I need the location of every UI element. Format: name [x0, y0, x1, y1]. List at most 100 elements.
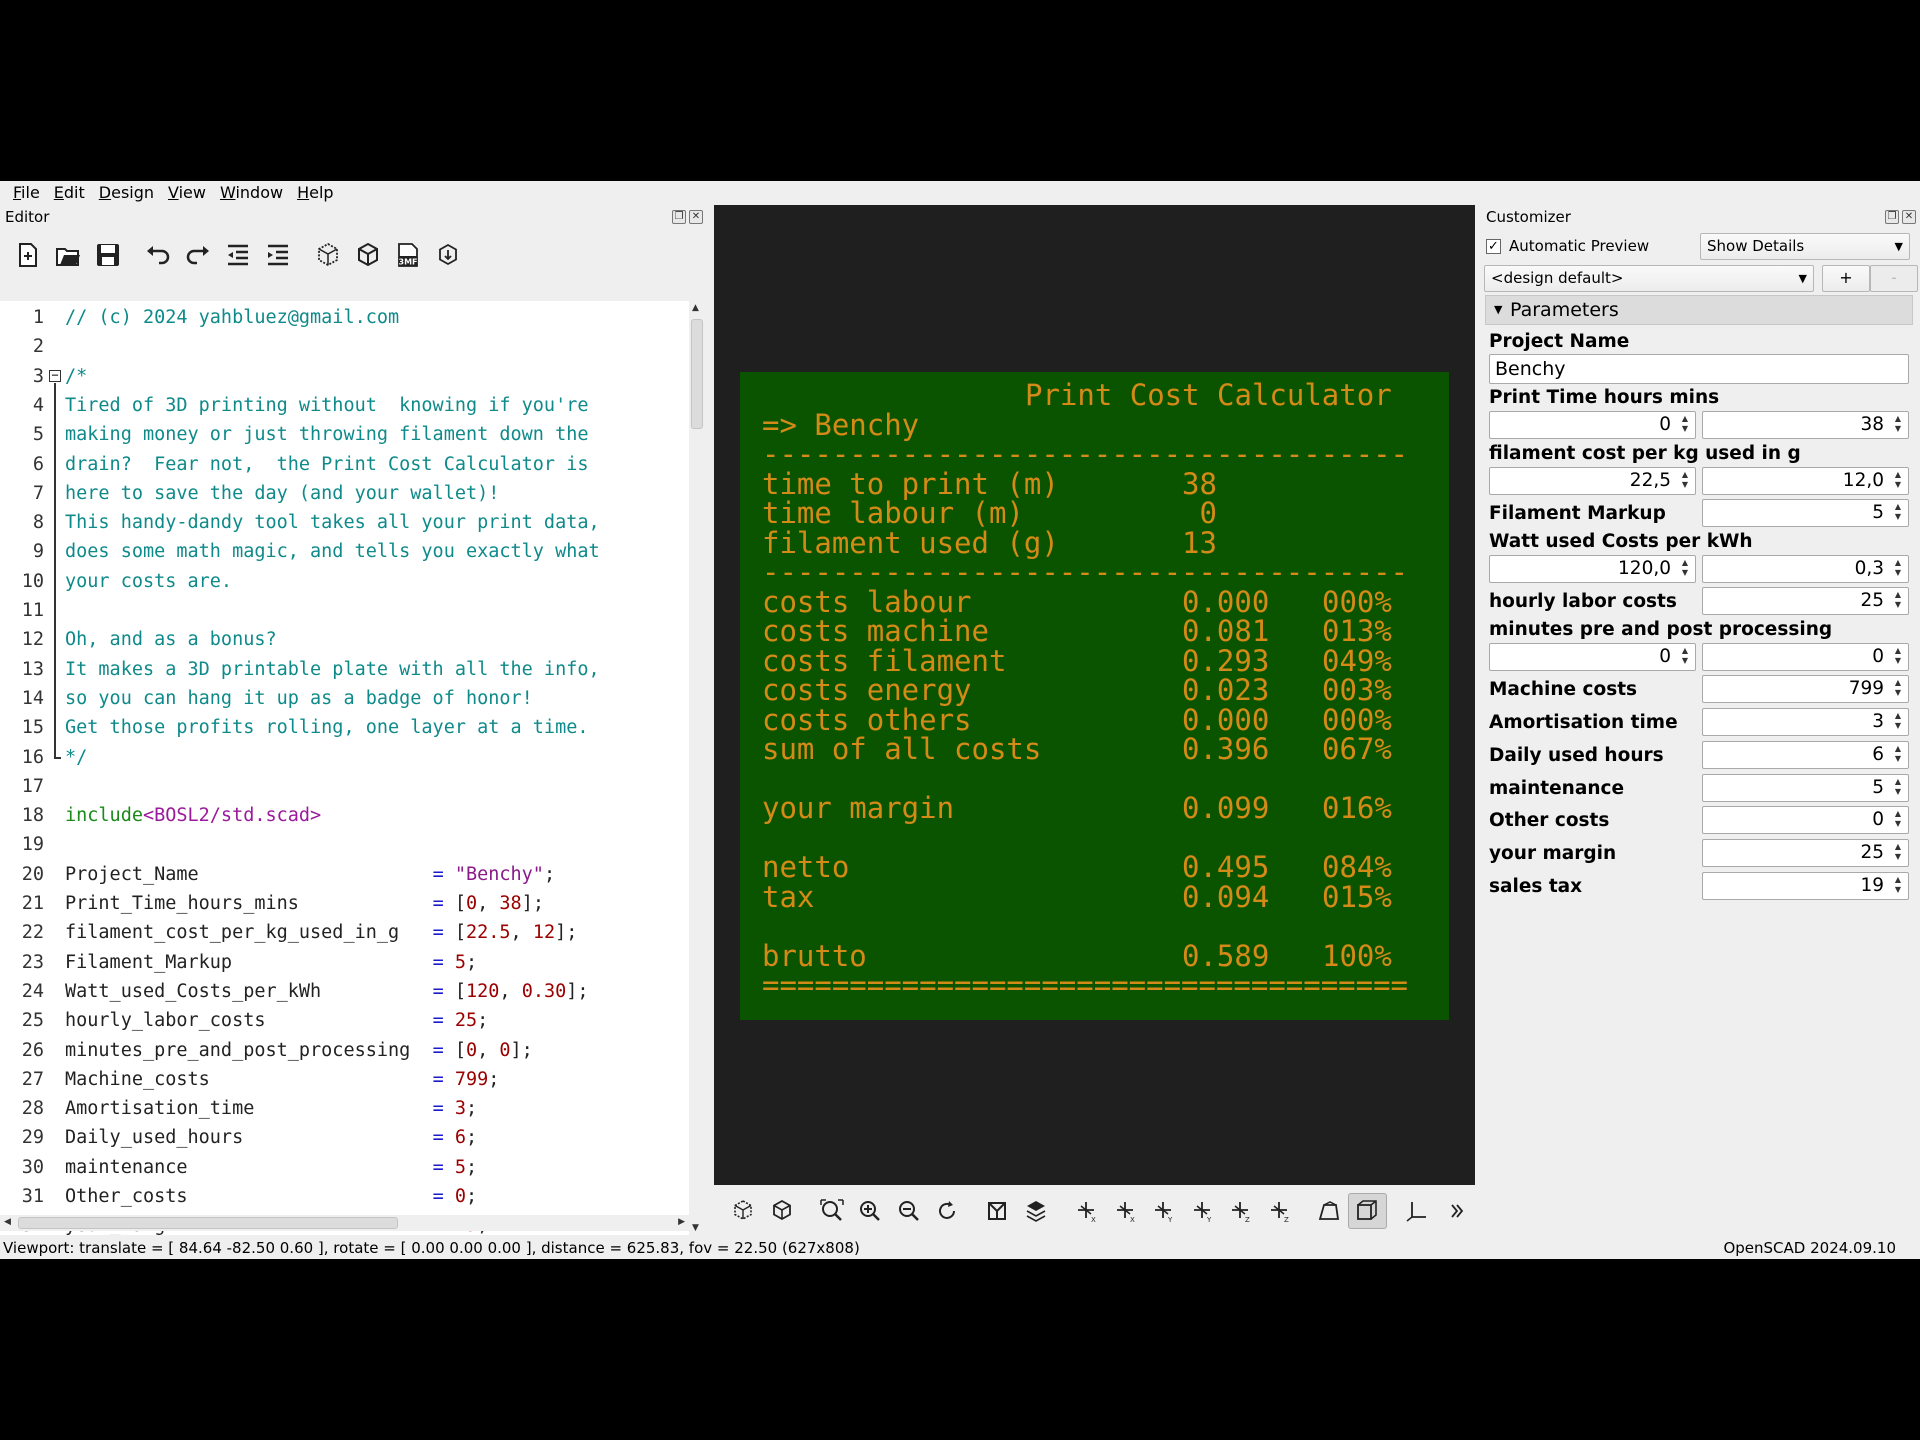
- code-line[interactable]: 17: [0, 772, 689, 801]
- code-line[interactable]: 15 Get those profits rolling, one layer a…: [0, 713, 689, 742]
- redo-icon[interactable]: [178, 237, 218, 273]
- sales-tax-input[interactable]: 19 ▲ ▼: [1702, 872, 1909, 900]
- menu-edit[interactable]: Edit: [47, 182, 92, 204]
- undo-icon[interactable]: [138, 237, 178, 273]
- code-line[interactable]: 27 Machine_costs = 799;: [0, 1065, 689, 1094]
- menu-view[interactable]: View: [161, 182, 213, 204]
- float-icon[interactable]: ❐: [672, 210, 686, 224]
- code-editor[interactable]: 1// (c) 2024 yahbluez@gmail.com 2 3/* 4 Tire…: [0, 301, 689, 1235]
- spin-arrows-icon[interactable]: ▲ ▼: [1891, 777, 1905, 799]
- spin-arrows-icon[interactable]: ▲ ▼: [1891, 590, 1905, 612]
- zoom-in-icon[interactable]: [851, 1193, 890, 1229]
- save-icon[interactable]: [88, 237, 128, 273]
- your-margin-input[interactable]: 25 ▲ ▼: [1702, 839, 1909, 867]
- editor-scroll-thumb[interactable]: [691, 319, 703, 429]
- axes-icon[interactable]: [1398, 1193, 1437, 1229]
- view-left-icon[interactable]: X: [1105, 1193, 1144, 1229]
- close-icon[interactable]: ✕: [1902, 210, 1916, 224]
- code-line[interactable]: 11: [0, 596, 689, 625]
- spin-arrows-icon[interactable]: ▲ ▼: [1678, 414, 1692, 436]
- perspective-icon[interactable]: [1309, 1193, 1348, 1229]
- reset-view-icon[interactable]: [928, 1193, 967, 1229]
- print-time-mins-input[interactable]: 38 ▲ ▼: [1702, 411, 1909, 439]
- spin-arrows-icon[interactable]: ▲ ▼: [1891, 414, 1905, 436]
- menu-design[interactable]: Design: [92, 182, 161, 204]
- project-name-input[interactable]: Benchy: [1489, 354, 1909, 384]
- menu-help[interactable]: Help: [290, 182, 340, 204]
- add-preset-button[interactable]: +: [1822, 265, 1870, 292]
- fold-toggle-icon[interactable]: −: [49, 369, 61, 382]
- minutes-post-input[interactable]: 0 ▲ ▼: [1702, 643, 1909, 671]
- spin-arrows-icon[interactable]: ▲ ▼: [1891, 646, 1905, 668]
- menu-file[interactable]: File: [6, 182, 47, 204]
- amortisation-time-input[interactable]: 3 ▲ ▼: [1702, 708, 1909, 736]
- machine-costs-input[interactable]: 799 ▲ ▼: [1702, 675, 1909, 703]
- code-line[interactable]: 25 hourly_labor_costs = 25;: [0, 1006, 689, 1035]
- print-time-hours-input[interactable]: 0 ▲ ▼: [1489, 411, 1696, 439]
- view-diagonal-icon[interactable]: Z: [1221, 1193, 1260, 1229]
- kwh-cost-input[interactable]: 0,3 ▲ ▼: [1702, 555, 1909, 583]
- spin-arrows-icon[interactable]: ▲ ▼: [1891, 842, 1905, 864]
- menu-window[interactable]: Window: [213, 182, 290, 204]
- code-line[interactable]: 9 does some math magic, and tells you exa…: [0, 537, 689, 566]
- open-file-icon[interactable]: [48, 237, 88, 273]
- preview-icon[interactable]: [724, 1193, 763, 1229]
- code-line[interactable]: 23 Filament_Markup = 5;: [0, 948, 689, 977]
- code-line[interactable]: 20 Project_Name = "Benchy";: [0, 860, 689, 889]
- unindent-icon[interactable]: [218, 237, 258, 273]
- spin-arrows-icon[interactable]: ▲ ▼: [1891, 678, 1905, 700]
- preview-icon[interactable]: [308, 237, 348, 273]
- editor-horizontal-scrollbar[interactable]: ◀ ▶: [0, 1215, 689, 1231]
- view-right-icon[interactable]: [978, 1193, 1017, 1229]
- preset-select[interactable]: <design default> ▼: [1484, 265, 1814, 292]
- show-details-select[interactable]: Show Details ▼: [1700, 233, 1910, 260]
- view-center-icon[interactable]: Z: [1259, 1193, 1298, 1229]
- code-line[interactable]: 19: [0, 830, 689, 859]
- spin-arrows-icon[interactable]: ▲ ▼: [1891, 502, 1905, 524]
- send-to-printer-icon[interactable]: [428, 237, 468, 273]
- other-costs-input[interactable]: 0 ▲ ▼: [1702, 806, 1909, 834]
- filament-used-input[interactable]: 12,0 ▲ ▼: [1702, 467, 1909, 495]
- code-line[interactable]: 26 minutes_pre_and_post_processing = [0, …: [0, 1036, 689, 1065]
- code-line[interactable]: 18 include<BOSL2/std.scad>: [0, 801, 689, 830]
- view-top-icon[interactable]: [1017, 1193, 1056, 1229]
- code-line[interactable]: 4 Tired of 3D printing without knowing if…: [0, 391, 689, 420]
- render-icon[interactable]: [348, 237, 388, 273]
- code-line[interactable]: 21 Print_Time_hours_mins = [0, 38];: [0, 889, 689, 918]
- view-front-icon[interactable]: X: [1067, 1193, 1106, 1229]
- parameters-group-header[interactable]: ▼ Parameters: [1485, 295, 1913, 325]
- orthogonal-icon[interactable]: [1347, 1193, 1387, 1229]
- view-back-icon[interactable]: Y: [1182, 1193, 1221, 1229]
- code-line[interactable]: 5 making money or just throwing filament …: [0, 420, 689, 449]
- code-line[interactable]: 7 here to save the day (and your wallet)!: [0, 479, 689, 508]
- filament-markup-input[interactable]: 5 ▲ ▼: [1702, 499, 1909, 527]
- code-line[interactable]: 3 /*: [0, 362, 689, 391]
- render-icon[interactable]: [763, 1193, 802, 1229]
- code-line[interactable]: 12 Oh, and as a bonus?: [0, 625, 689, 654]
- spin-arrows-icon[interactable]: ▲ ▼: [1891, 711, 1905, 733]
- spin-arrows-icon[interactable]: ▲ ▼: [1678, 470, 1692, 492]
- daily-used-hours-input[interactable]: 6 ▲ ▼: [1702, 741, 1909, 769]
- spin-arrows-icon[interactable]: ▲ ▼: [1678, 558, 1692, 580]
- remove-preset-button[interactable]: -: [1870, 265, 1918, 292]
- code-line[interactable]: 30 maintenance = 5;: [0, 1153, 689, 1182]
- watt-used-input[interactable]: 120,0 ▲ ▼: [1489, 555, 1696, 583]
- code-line[interactable]: 2: [0, 332, 689, 361]
- export-3mf-icon[interactable]: 3MF: [388, 237, 428, 273]
- code-line[interactable]: 6 drain? Fear not, the Print Cost Calcula…: [0, 450, 689, 479]
- code-line[interactable]: 24 Watt_used_Costs_per_kWh = [120, 0.30];: [0, 977, 689, 1006]
- code-line[interactable]: 1 // (c) 2024 yahbluez@gmail.com: [0, 303, 689, 332]
- spin-arrows-icon[interactable]: ▲ ▼: [1678, 646, 1692, 668]
- filament-cost-input[interactable]: 22,5 ▲ ▼: [1489, 467, 1696, 495]
- view-bottom-icon[interactable]: Y: [1144, 1193, 1183, 1229]
- code-line[interactable]: 14 so you can hang it up as a badge of ho…: [0, 684, 689, 713]
- code-line[interactable]: 31 Other_costs = 0;: [0, 1182, 689, 1211]
- code-line[interactable]: 13 It makes a 3D printable plate with all…: [0, 655, 689, 684]
- code-line[interactable]: 10 your costs are.: [0, 567, 689, 596]
- code-line[interactable]: 16 */: [0, 743, 689, 772]
- spin-arrows-icon[interactable]: ▲ ▼: [1891, 470, 1905, 492]
- 3d-viewport[interactable]: Print Cost Calculator => Benchy ----------…: [714, 205, 1475, 1185]
- editor-vertical-scrollbar[interactable]: ▲ ▼: [689, 301, 705, 1235]
- maintenance-input[interactable]: 5 ▲ ▼: [1702, 774, 1909, 802]
- indent-icon[interactable]: [258, 237, 298, 273]
